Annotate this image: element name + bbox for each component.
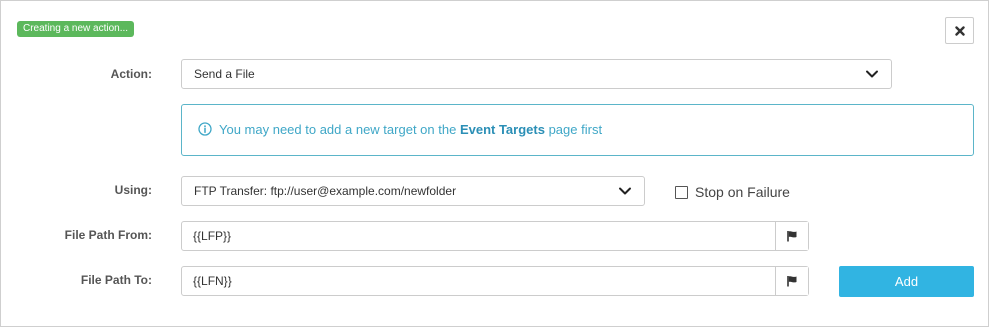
file-path-to-group (181, 266, 809, 296)
action-select-value: Send a File (194, 67, 255, 81)
using-select-value: FTP Transfer: ftp://user@example.com/new… (194, 184, 457, 198)
stop-on-failure-checkbox[interactable] (675, 186, 688, 199)
chevron-down-icon (619, 187, 631, 195)
info-message: You may need to add a new target on the … (219, 122, 602, 137)
add-button[interactable]: Add (839, 266, 974, 297)
event-targets-link[interactable]: Event Targets (460, 122, 545, 137)
flag-icon (787, 276, 797, 287)
file-path-to-label: File Path To: (80, 273, 152, 287)
info-suffix: page first (548, 122, 603, 137)
using-label: Using: (114, 183, 152, 197)
using-select[interactable]: FTP Transfer: ftp://user@example.com/new… (181, 176, 645, 206)
file-path-to-input[interactable] (182, 267, 776, 295)
action-label: Action: (110, 67, 152, 81)
new-action-panel: Creating a new action... Action: Send a … (0, 0, 989, 327)
file-path-from-flag-button[interactable] (775, 222, 808, 250)
file-path-to-flag-button[interactable] (775, 267, 808, 295)
flag-icon (787, 231, 797, 242)
chevron-down-icon (866, 70, 878, 78)
close-button[interactable] (945, 17, 974, 44)
info-alert: You may need to add a new target on the … (181, 104, 974, 156)
status-badge: Creating a new action... (17, 21, 135, 37)
file-path-from-input[interactable] (182, 222, 776, 250)
file-path-from-label: File Path From: (64, 228, 152, 242)
info-prefix: You may need to add a new target on the (219, 122, 457, 137)
close-icon (954, 25, 965, 36)
info-circle-icon (198, 122, 212, 136)
file-path-from-group (181, 221, 809, 251)
action-select[interactable]: Send a File (181, 59, 892, 89)
stop-on-failure-label: Stop on Failure (695, 184, 790, 200)
